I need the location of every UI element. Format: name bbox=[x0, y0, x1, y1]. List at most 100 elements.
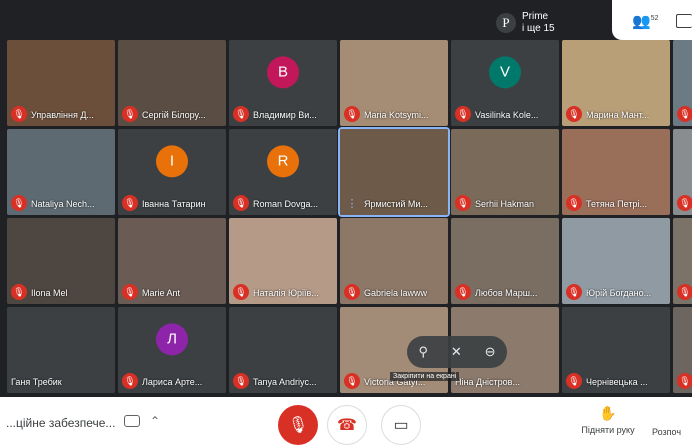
people-icon: 👥 bbox=[632, 13, 651, 30]
top-bar: P Prime і ще 15 👥52 bbox=[0, 0, 692, 40]
participant-name: Наталія Юріїв... bbox=[253, 288, 319, 298]
participant-name: Nataliya Nech... bbox=[31, 199, 95, 209]
pin-tooltip: Закріпити на екрані bbox=[390, 372, 460, 381]
participant-tile[interactable]: 🎙boikocv bbox=[673, 40, 692, 126]
leave-call-button[interactable]: ☎ bbox=[327, 405, 367, 445]
bottom-bar: ...ційне забезпече... ⌃ 🎙 ☎ ▭ ✋ Підняти … bbox=[0, 397, 692, 445]
mic-muted-icon: 🎙 bbox=[122, 106, 138, 122]
mic-toggle-button[interactable]: 🎙 bbox=[278, 405, 318, 445]
participant-name: Лариса Арте... bbox=[142, 377, 203, 387]
participant-name: Marie Ant bbox=[142, 288, 181, 298]
mic-muted-icon: 🎙 bbox=[677, 284, 692, 300]
participant-name: Gabriela lawww bbox=[364, 288, 428, 298]
mic-muted-icon: 🎙 bbox=[122, 284, 138, 300]
participant-name: Serhii Hakman bbox=[475, 199, 535, 209]
present-button[interactable]: Розпоч bbox=[652, 427, 681, 437]
mic-muted-icon: 🎙 bbox=[455, 195, 471, 211]
participant-tile[interactable]: 🎙 Tanya Andriyc... bbox=[229, 307, 337, 393]
meeting-title[interactable]: ...ційне забезпече... bbox=[6, 416, 115, 430]
chevron-up-icon[interactable]: ⌃ bbox=[150, 414, 160, 428]
participant-name: Чернівецька ... bbox=[586, 377, 648, 387]
mic-muted-icon: 🎙 bbox=[233, 106, 249, 122]
participant-tile[interactable]: R 🎙 Roman Dovga... bbox=[229, 129, 337, 215]
participant-avatar: I bbox=[156, 145, 188, 178]
participant-tile[interactable]: 🎙 Serhii Hakman bbox=[451, 129, 559, 215]
participant-tile[interactable]: 🎙 Nataliya Nech... bbox=[7, 129, 115, 215]
presenter-name: Prime bbox=[522, 11, 549, 22]
pin-icon[interactable]: ⚲ bbox=[418, 344, 428, 360]
participant-name: Tanya Andriyc... bbox=[253, 377, 317, 387]
participant-name: Сергій Білору... bbox=[142, 110, 206, 120]
participant-tile[interactable]: 🎙 Чернівецька ... bbox=[562, 307, 670, 393]
mic-muted-icon: 🎙 bbox=[11, 284, 27, 300]
participant-tile[interactable]: V 🎙 Vasilinka Kole... bbox=[451, 40, 559, 126]
camera-icon: ▭ bbox=[393, 417, 409, 434]
participant-avatar: Л bbox=[156, 323, 188, 356]
participant-tile[interactable]: 🎙 Юрій Богдано... bbox=[562, 218, 670, 304]
mic-muted-icon: 🎙 bbox=[566, 373, 582, 389]
participant-name: Марина Мант... bbox=[586, 110, 650, 120]
participant-name: Maria Kotsymi... bbox=[364, 110, 429, 120]
participant-tile[interactable]: 🎙Служба bbox=[673, 218, 692, 304]
participant-name: Roman Dovga... bbox=[253, 199, 319, 209]
participant-name: Ярмистий Ми... bbox=[364, 199, 428, 209]
participant-tile[interactable]: 🎙 Ilona Mel bbox=[7, 218, 115, 304]
participant-name: Управління Д... bbox=[31, 110, 94, 120]
participant-tile[interactable]: Ганя Требик bbox=[7, 307, 115, 393]
chat-icon[interactable] bbox=[676, 14, 692, 28]
mic-muted-icon: 🎙 bbox=[677, 106, 692, 122]
mic-muted-icon: 🎙 bbox=[344, 106, 360, 122]
mute-participant-icon[interactable]: ✕ bbox=[451, 344, 462, 360]
mic-muted-icon: 🎙 bbox=[455, 106, 471, 122]
mic-muted-icon: 🎙 bbox=[122, 373, 138, 389]
mic-muted-icon: 🎙 bbox=[11, 106, 27, 122]
presenter-chip[interactable]: P Prime і ще 15 bbox=[496, 10, 555, 36]
participant-tile[interactable]: 🎙 Marie Ant bbox=[118, 218, 226, 304]
participant-tile[interactable]: 🎙SERGEI bbox=[673, 129, 692, 215]
mic-muted-icon: 🎙 bbox=[122, 195, 138, 211]
hand-icon: ✋ bbox=[599, 405, 617, 421]
participant-tile[interactable]: Л 🎙 Лариса Арте... bbox=[118, 307, 226, 393]
participant-tile[interactable]: 🎙 Марина Мант... bbox=[562, 40, 670, 126]
participant-name: Іванна Татарин bbox=[142, 199, 206, 209]
participant-tile[interactable]: I 🎙 Іванна Татарин bbox=[118, 129, 226, 215]
mic-muted-icon: 🎙 bbox=[566, 284, 582, 300]
raise-hand-button[interactable]: ✋ Підняти руку bbox=[578, 405, 638, 435]
participant-tile[interactable]: 🎙 Наталія Юріїв... bbox=[229, 218, 337, 304]
mic-muted-icon: 🎙 bbox=[233, 373, 249, 389]
captions-icon[interactable] bbox=[124, 415, 140, 427]
people-count: 52 bbox=[650, 15, 659, 22]
participant-tile[interactable]: 🎙 Любов Марш... bbox=[451, 218, 559, 304]
mic-muted-icon: 🎙 bbox=[233, 195, 249, 211]
participant-tile[interactable]: 🎙 Сергій Білору... bbox=[118, 40, 226, 126]
mic-muted-icon: 🎙 bbox=[566, 195, 582, 211]
mic-muted-icon: 🎙 bbox=[677, 195, 692, 211]
mic-muted-icon: 🎙 bbox=[566, 106, 582, 122]
participant-tile[interactable]: 🎙 Maria Kotsymi... bbox=[340, 40, 448, 126]
participant-grid: 🎙 Управління Д... 🎙 Сергій Білору... B 🎙 Влади… bbox=[7, 40, 692, 397]
tile-hover-controls: ⚲ ✕ ⊖ bbox=[407, 336, 507, 368]
participant-name: Юрій Богдано... bbox=[586, 288, 652, 298]
participant-tile[interactable]: 🎙РЦЗ ГС bbox=[673, 307, 692, 393]
mic-off-icon: 🎙 bbox=[287, 417, 309, 434]
participant-tile[interactable]: 🎙 Управління Д... bbox=[7, 40, 115, 126]
participant-tile[interactable]: 🎙 Тетяна Петрі... bbox=[562, 129, 670, 215]
participant-tile[interactable]: B 🎙 Владимир Ви... bbox=[229, 40, 337, 126]
participant-tile[interactable]: 🎙 Gabriela lawww bbox=[340, 218, 448, 304]
remove-icon[interactable]: ⊖ bbox=[485, 344, 496, 360]
presenter-more: і ще 15 bbox=[522, 23, 555, 34]
participant-avatar: B bbox=[267, 56, 299, 89]
participant-tile[interactable]: ⋮ Ярмистий Ми... bbox=[338, 127, 450, 217]
people-button[interactable]: 👥52 bbox=[632, 12, 658, 30]
mic-muted-icon: 🎙 bbox=[11, 195, 27, 211]
participant-name: Ніна Дністров... bbox=[455, 377, 520, 387]
camera-toggle-button[interactable]: ▭ bbox=[381, 405, 421, 445]
presenter-avatar: P bbox=[496, 13, 516, 33]
meet-window: P Prime і ще 15 👥52 🎙 Управління Д... 🎙 Сер… bbox=[0, 0, 692, 445]
mic-muted-icon: 🎙 bbox=[344, 373, 360, 389]
participant-name: Владимир Ви... bbox=[253, 110, 317, 120]
participant-name: Тетяна Петрі... bbox=[586, 199, 647, 209]
participant-name: Vasilinka Kole... bbox=[475, 110, 539, 120]
participant-avatar: R bbox=[267, 145, 299, 178]
participant-name: Ганя Требик bbox=[11, 377, 62, 387]
